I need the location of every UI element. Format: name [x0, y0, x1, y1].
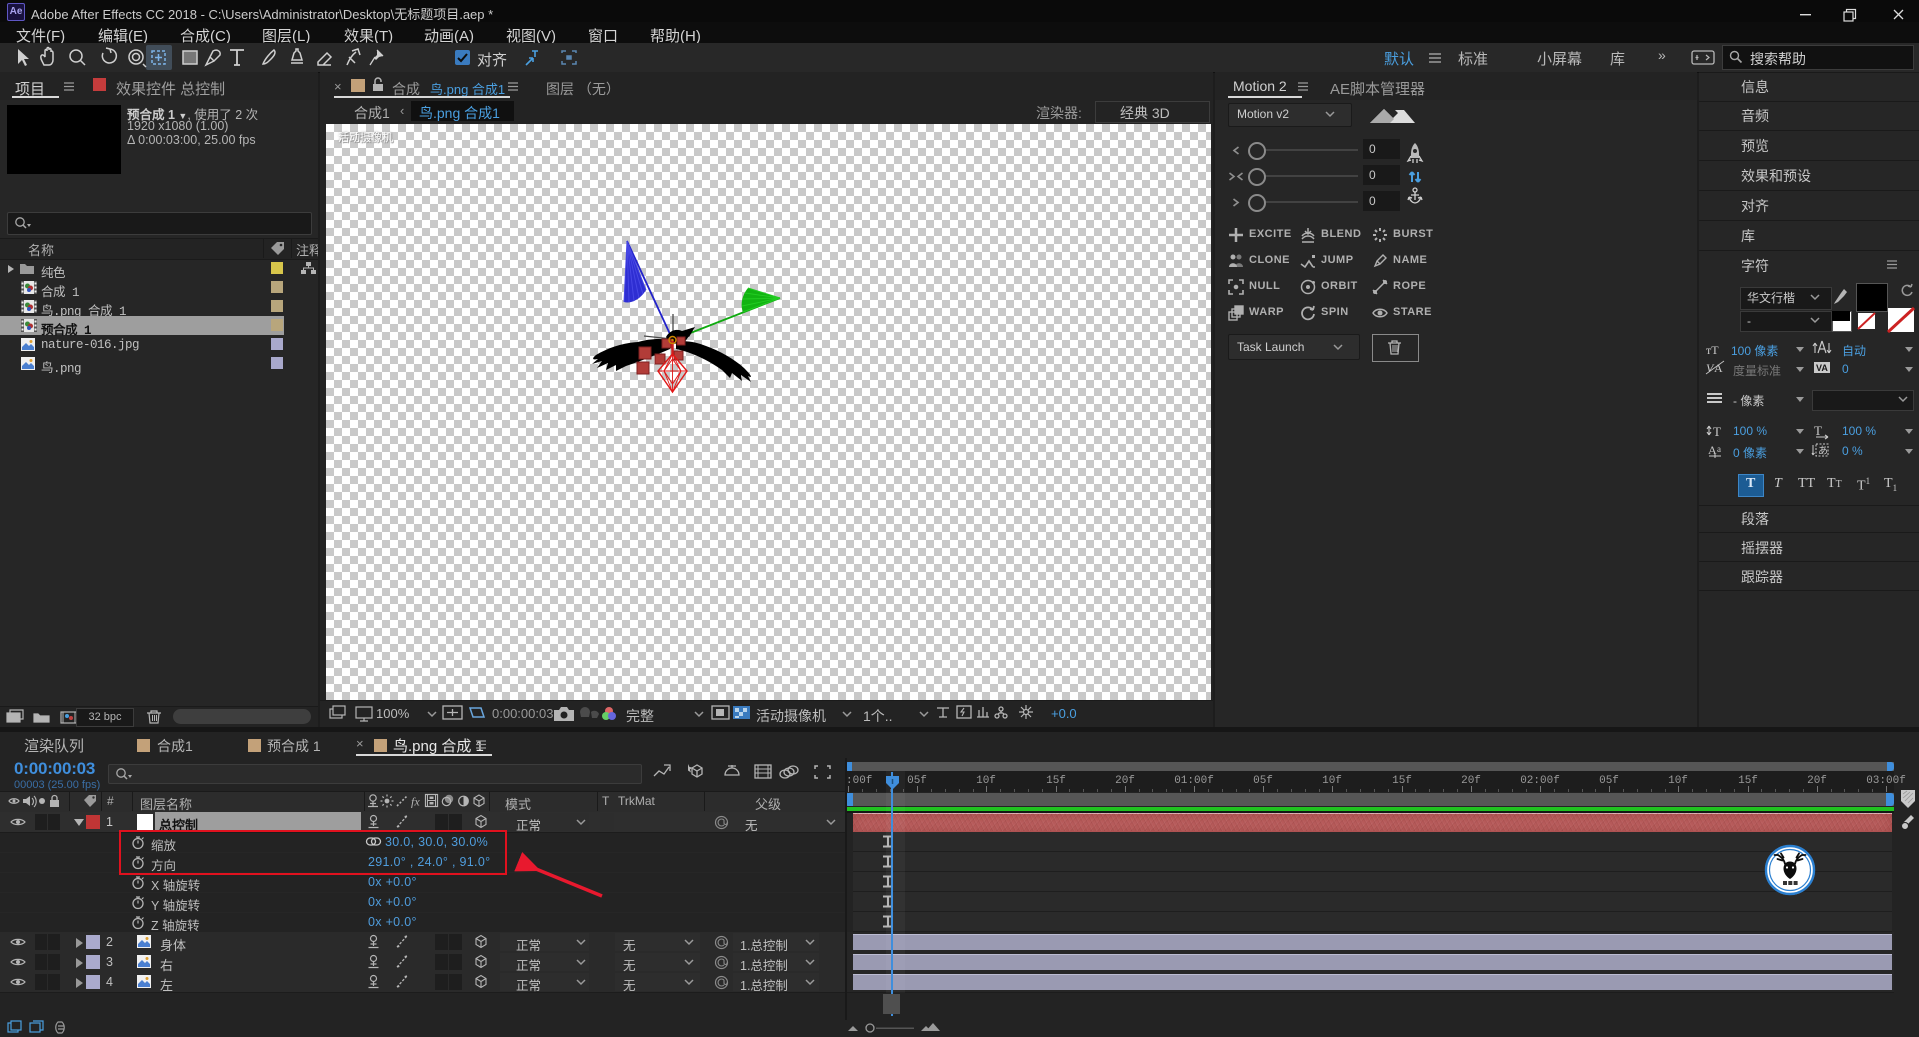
svg-text:A: A — [1708, 443, 1717, 457]
svg-text:тT: тT — [1706, 343, 1719, 357]
svg-text:VA: VA — [1816, 363, 1828, 373]
svg-text:a: a — [1717, 444, 1721, 454]
svg-text:T: T — [1814, 423, 1822, 438]
svg-text:fx: fx — [411, 795, 420, 809]
svg-text:あ: あ — [1818, 445, 1828, 457]
svg-text:T: T — [1713, 424, 1721, 439]
